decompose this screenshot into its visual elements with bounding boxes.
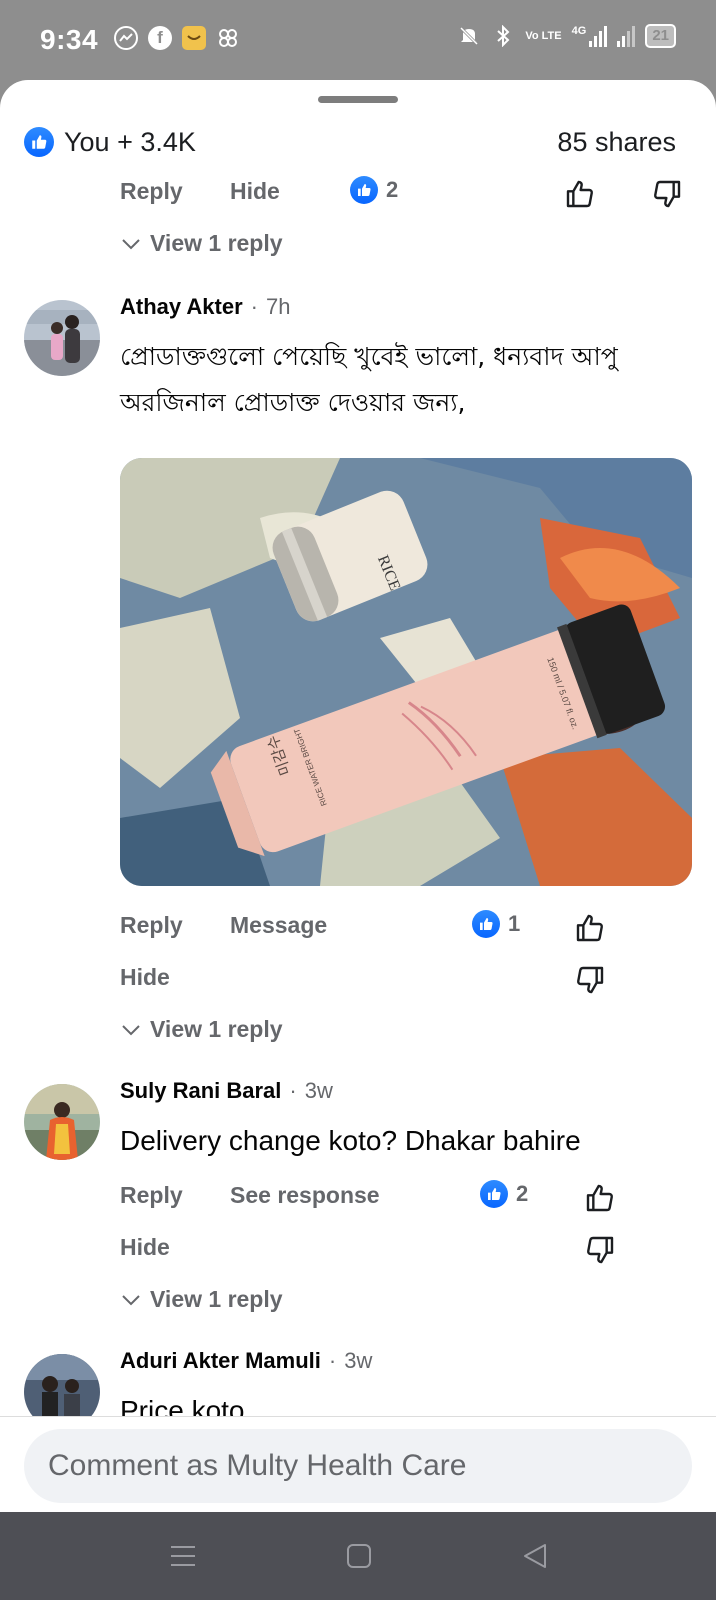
reaction-total[interactable]: You + 3.4K bbox=[24, 127, 196, 158]
comment-like-count[interactable]: 1 bbox=[472, 910, 520, 938]
comment-input[interactable] bbox=[24, 1429, 692, 1503]
facebook-icon: f bbox=[148, 26, 172, 50]
notification-icons: f bbox=[114, 26, 240, 50]
view-replies-link[interactable]: View 1 reply bbox=[120, 1286, 283, 1313]
comment-like-count[interactable]: 2 bbox=[480, 1180, 528, 1208]
hide-button[interactable]: Hide bbox=[120, 964, 170, 991]
chevron-down-icon bbox=[122, 238, 140, 249]
comment-header: Aduri Akter Mamuli · 3w bbox=[120, 1348, 372, 1374]
muted-bell-icon bbox=[457, 24, 481, 48]
volte-indicator: Vo LTE bbox=[525, 29, 562, 42]
author-name[interactable]: Suly Rani Baral bbox=[120, 1078, 281, 1104]
downvote-icon[interactable] bbox=[582, 1232, 618, 1268]
bluetooth-icon bbox=[491, 24, 515, 48]
upvote-icon[interactable] bbox=[572, 910, 608, 946]
view-replies-text: View 1 reply bbox=[150, 1286, 283, 1312]
comment-header: Suly Rani Baral · 3w bbox=[120, 1078, 333, 1104]
comment-time: 7h bbox=[266, 294, 291, 319]
message-button[interactable]: Message bbox=[230, 912, 327, 939]
like-reaction-icon bbox=[472, 910, 500, 938]
hide-button[interactable]: Hide bbox=[230, 178, 280, 205]
messenger-icon bbox=[114, 26, 138, 50]
chevron-down-icon bbox=[122, 1294, 140, 1305]
separator-dot: · bbox=[250, 294, 258, 319]
comment-photo[interactable]: RICE 미감수 RICE WATER BRIGHT 150 ml / 5.07… bbox=[120, 458, 692, 886]
system-nav-bar bbox=[0, 1512, 716, 1600]
view-replies-text: View 1 reply bbox=[150, 230, 283, 256]
hide-button[interactable]: Hide bbox=[120, 1234, 170, 1261]
comments-sheet: You + 3.4K 85 shares Reply Hide 2 View 1… bbox=[0, 80, 716, 1512]
reactions-summary: You + 3.4K 85 shares bbox=[24, 122, 676, 162]
chevron-down-icon bbox=[122, 1024, 140, 1035]
like-count-text: 2 bbox=[516, 1181, 529, 1206]
like-reaction-icon bbox=[350, 176, 378, 204]
status-bar: 9:34 f Vo LTE 4G 21 bbox=[0, 0, 716, 80]
downvote-icon[interactable] bbox=[572, 962, 608, 998]
separator-dot: · bbox=[289, 1078, 297, 1103]
author-name[interactable]: Athay Akter bbox=[120, 294, 243, 320]
see-response-button[interactable]: See response bbox=[230, 1182, 380, 1209]
like-count-text: 1 bbox=[508, 911, 521, 936]
signal-strength-icon: 4G bbox=[572, 25, 608, 47]
avatar[interactable] bbox=[24, 300, 100, 376]
avatar[interactable] bbox=[24, 1084, 100, 1160]
shop-bag-icon bbox=[182, 26, 206, 50]
reply-button[interactable]: Reply bbox=[120, 1182, 183, 1209]
comment-text: প্রোডাক্তগুলো পেয়েছি খুবেই ভালো, ধন্যবা… bbox=[120, 342, 618, 417]
view-replies-link[interactable]: View 1 reply bbox=[120, 230, 283, 257]
reply-button[interactable]: Reply bbox=[120, 178, 183, 205]
view-replies-link[interactable]: View 1 reply bbox=[120, 1016, 283, 1043]
signal-strength-2-icon bbox=[617, 25, 636, 47]
sheet-drag-handle[interactable] bbox=[318, 96, 398, 103]
comment-text: Delivery change koto? Dhakar bahire bbox=[120, 1125, 581, 1156]
status-time: 9:34 bbox=[40, 24, 99, 55]
reply-button[interactable]: Reply bbox=[120, 912, 183, 939]
battery-icon: 21 bbox=[645, 24, 676, 48]
home-icon[interactable] bbox=[342, 1540, 376, 1572]
comment-time: 3w bbox=[344, 1348, 373, 1373]
comment-header: Athay Akter · 7h bbox=[120, 294, 290, 320]
menu-icon[interactable] bbox=[166, 1540, 200, 1572]
pinwheel-icon bbox=[216, 26, 240, 50]
like-reaction-icon bbox=[24, 127, 54, 157]
comment-like-count[interactable]: 2 bbox=[350, 176, 398, 204]
reaction-count-text: You + 3.4K bbox=[64, 126, 196, 157]
upvote-icon[interactable] bbox=[582, 1180, 618, 1216]
comment-composer bbox=[0, 1416, 716, 1512]
like-count-text: 2 bbox=[386, 177, 399, 202]
comment-time: 3w bbox=[304, 1078, 333, 1103]
author-name[interactable]: Aduri Akter Mamuli bbox=[120, 1348, 321, 1374]
view-replies-text: View 1 reply bbox=[150, 1016, 283, 1042]
separator-dot: · bbox=[328, 1348, 337, 1373]
downvote-icon[interactable] bbox=[649, 176, 685, 212]
back-icon[interactable] bbox=[518, 1540, 552, 1572]
shares-count[interactable]: 85 shares bbox=[557, 127, 676, 158]
upvote-icon[interactable] bbox=[562, 176, 598, 212]
like-reaction-icon bbox=[480, 1180, 508, 1208]
system-status-icons: Vo LTE 4G 21 bbox=[457, 24, 676, 48]
network-type-label: 4G bbox=[571, 25, 587, 37]
